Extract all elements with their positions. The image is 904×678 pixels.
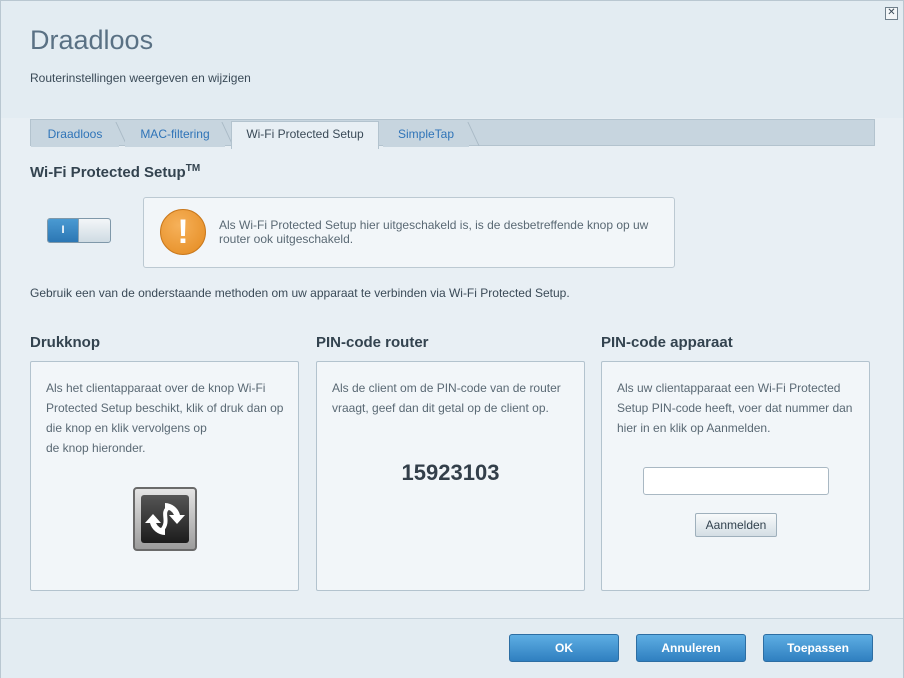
footer: OK Annuleren Toepassen (1, 618, 903, 678)
pushbutton-description: Als het clientapparaat over de knop Wi-F… (46, 378, 291, 458)
pushbutton-title: Drukknop (30, 334, 101, 351)
toggle-on-label: I (48, 219, 78, 242)
trademark: TM (185, 163, 201, 174)
page-title: Draadloos (30, 25, 154, 55)
toggle-knob (78, 219, 110, 242)
section-title: Wi-Fi Protected SetupTM (30, 163, 200, 181)
header: ✕ Draadloos Routerinstellingen weergeven… (1, 1, 903, 118)
tab-divider (467, 122, 480, 146)
description-line: vraagt, geef dan dit getal op de client … (332, 401, 549, 415)
wps-arrows-icon (145, 503, 185, 535)
description-line: Als de client om de PIN-code van de rout… (332, 381, 561, 395)
page-subtitle: Routerinstellingen weergeven en wijzigen (30, 71, 251, 85)
warning-text: Als Wi-Fi Protected Setup hier uitgescha… (219, 218, 649, 246)
router-pin-title: PIN-code router (316, 334, 429, 351)
device-pin-input[interactable] (643, 467, 829, 495)
apply-button[interactable]: Toepassen (763, 634, 873, 662)
register-button[interactable]: Aanmelden (695, 513, 777, 537)
router-pin-card: Als de client om de PIN-code van de rout… (316, 361, 585, 591)
instruction-text: Gebruik een van de onderstaande methoden… (30, 286, 570, 300)
device-pin-card: Als uw clientapparaat een Wi-Fi Protecte… (601, 361, 870, 591)
pushbutton-card: Als het clientapparaat over de knop Wi-F… (30, 361, 299, 591)
description-line: Setup PIN-code heeft, voer dat nummer da… (617, 401, 853, 415)
wps-push-button[interactable] (133, 487, 197, 551)
description-line: hier in en klik op Aanmelden. (617, 421, 771, 435)
cancel-button[interactable]: Annuleren (636, 634, 746, 662)
tab-bar: Draadloos MAC-filtering Wi-Fi Protected … (30, 119, 875, 149)
section-title-text: Wi-Fi Protected Setup (30, 164, 186, 181)
tab-wifi-protected-setup[interactable]: Wi-Fi Protected Setup (231, 121, 379, 149)
close-icon[interactable]: ✕ (885, 7, 898, 20)
description-line: Als het clientapparaat over de knop Wi-F… (46, 381, 266, 395)
description-line: die knop en klik vervolgens op (46, 421, 207, 435)
ok-button[interactable]: OK (509, 634, 619, 662)
tab-mac-filtering[interactable]: MAC-filtering (125, 122, 225, 147)
description-line: de knop hieronder. (46, 441, 146, 455)
wps-icon-background (141, 495, 189, 543)
tab-draadloos[interactable]: Draadloos (31, 122, 119, 147)
description-line: Protected Setup beschikt, klik of druk d… (46, 401, 284, 415)
tab-simpletap[interactable]: SimpleTap (383, 122, 469, 147)
description-line: Als uw clientapparaat een Wi-Fi Protecte… (617, 381, 841, 395)
device-pin-description: Als uw clientapparaat een Wi-Fi Protecte… (617, 378, 862, 438)
device-pin-title: PIN-code apparaat (601, 334, 733, 351)
settings-window: ✕ Draadloos Routerinstellingen weergeven… (0, 0, 904, 678)
router-pin-description: Als de client om de PIN-code van de rout… (332, 378, 577, 418)
router-pin-value: 15923103 (401, 460, 500, 485)
warning-icon: ! (160, 209, 206, 255)
wps-toggle[interactable]: I (47, 218, 111, 243)
warning-box: ! Als Wi-Fi Protected Setup hier uitgesc… (143, 197, 675, 268)
